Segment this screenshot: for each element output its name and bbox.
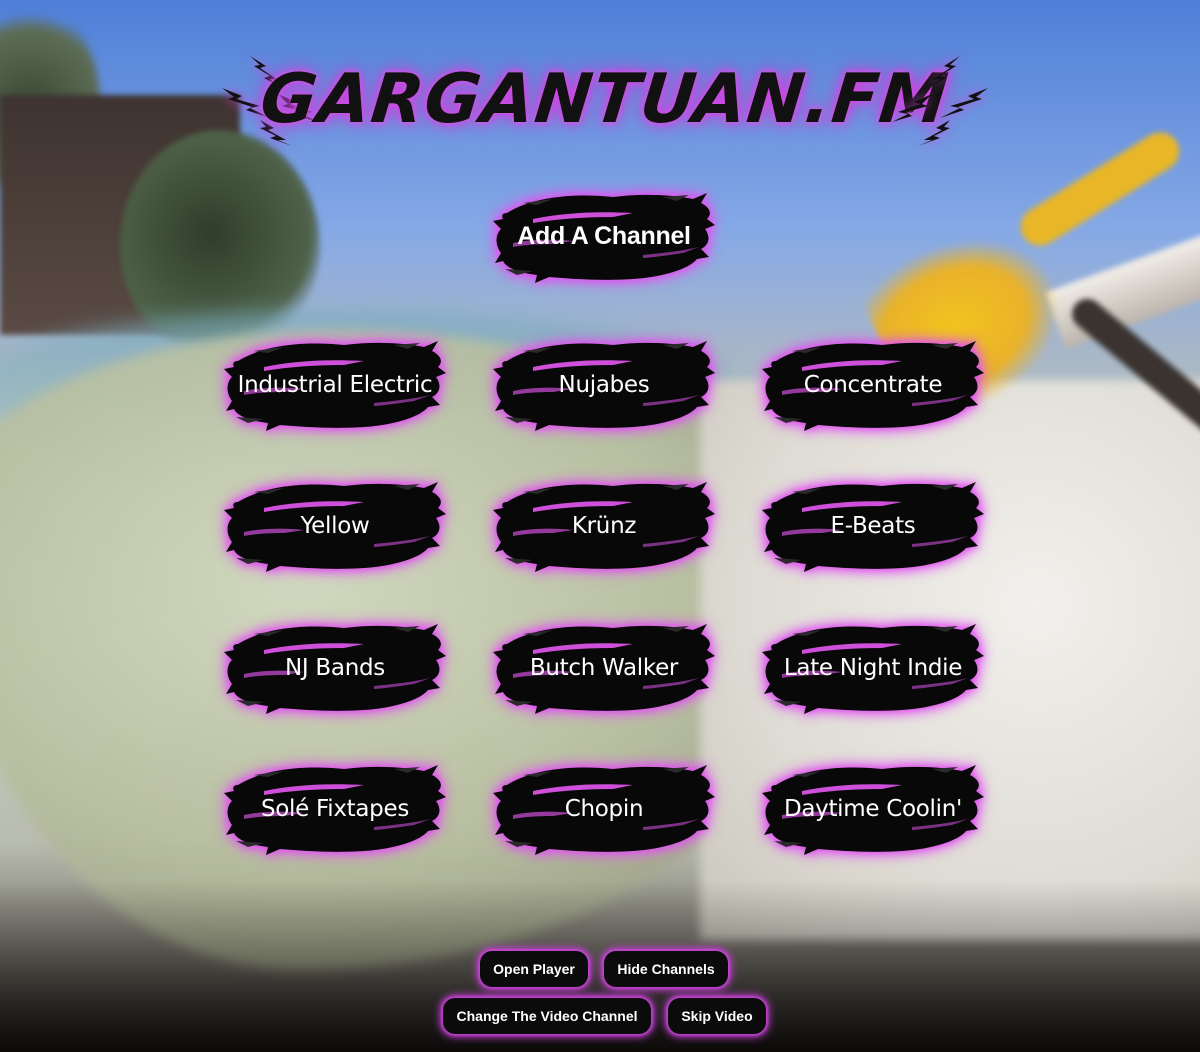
channel-label: Chopin: [564, 795, 644, 822]
channel-button[interactable]: Krünz: [493, 478, 715, 573]
channel-button[interactable]: Industrial Electric: [224, 337, 446, 432]
channel-label: Industrial Electric: [237, 371, 433, 398]
skip-video-button[interactable]: Skip Video: [668, 998, 766, 1034]
channel-label: NJ Bands: [285, 654, 385, 681]
site-logo[interactable]: GARGANTUAN.FM: [220, 52, 990, 147]
channel-label: Solé Fixtapes: [260, 795, 410, 822]
channel-label: Butch Walker: [529, 654, 679, 681]
channel-button[interactable]: Solé Fixtapes: [224, 761, 446, 856]
add-channel-button[interactable]: Add A Channel: [493, 189, 715, 284]
channel-button[interactable]: Chopin: [493, 761, 715, 856]
channel-label: E-Beats: [830, 512, 916, 539]
channel-label: Daytime Coolin': [783, 795, 963, 822]
open-player-button[interactable]: Open Player: [480, 951, 588, 987]
channel-label: Yellow: [300, 512, 370, 539]
channel-button[interactable]: NJ Bands: [224, 620, 446, 715]
channel-button[interactable]: E-Beats: [762, 478, 984, 573]
channel-button[interactable]: Yellow: [224, 478, 446, 573]
channel-button[interactable]: Daytime Coolin': [762, 761, 984, 856]
add-channel-label: Add A Channel: [517, 222, 691, 250]
hide-channels-button[interactable]: Hide Channels: [604, 951, 728, 987]
channel-label: Late Night Indie: [783, 654, 963, 681]
channel-button[interactable]: Butch Walker: [493, 620, 715, 715]
channel-label: Nujabes: [558, 371, 650, 398]
channel-button[interactable]: Late Night Indie: [762, 620, 984, 715]
channel-button[interactable]: Nujabes: [493, 337, 715, 432]
channel-label: Krünz: [571, 512, 637, 539]
logo-text: GARGANTUAN.FM: [257, 60, 953, 139]
change-video-channel-button[interactable]: Change The Video Channel: [443, 998, 651, 1034]
channel-label: Concentrate: [803, 371, 943, 398]
lightning-bolts-icon: [890, 54, 990, 146]
channel-button[interactable]: Concentrate: [762, 337, 984, 432]
